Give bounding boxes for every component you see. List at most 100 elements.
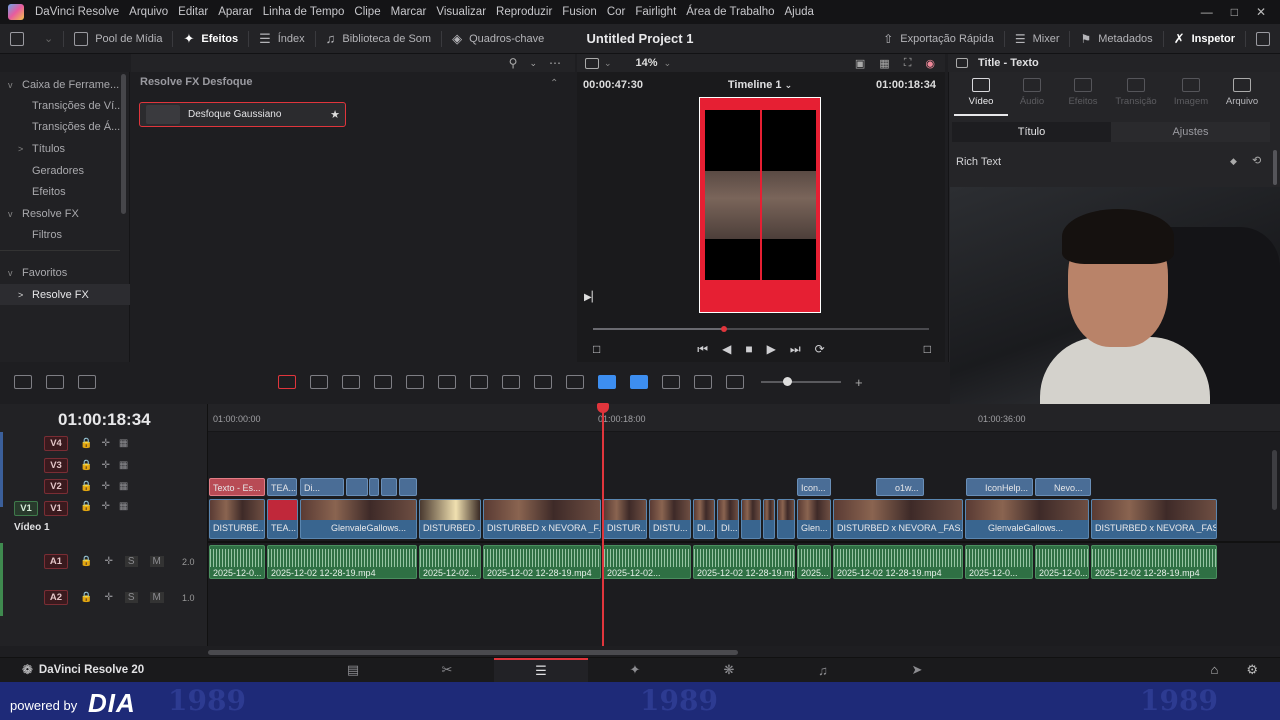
page-edit-icon[interactable]: ☰ [494,657,588,683]
destination-track-badge[interactable]: V1 [14,501,38,516]
stop-icon[interactable]: ■ [745,342,752,356]
menu-item-editar[interactable]: Editar [173,6,213,18]
menu-item-arquivo[interactable]: Arquivo [124,6,173,18]
tree-item-generators[interactable]: Geradores [0,160,120,181]
chevron-up-icon[interactable]: ⌃ [550,78,558,89]
clip-a1[interactable]: 2025-12-02... [603,545,691,579]
audio-meter-icon[interactable] [46,375,64,389]
clip-v1[interactable]: DI... [717,499,739,539]
clip-a1[interactable]: 2025-12-0... [209,545,265,579]
tree-scrollbar[interactable] [121,74,126,214]
inspector-scrollbar[interactable] [1273,150,1277,185]
solo-button[interactable]: S [124,592,138,603]
gear-icon[interactable]: ⚙ [1246,662,1258,678]
viewer-scrubber[interactable] [593,326,929,332]
track-id-badge[interactable]: V2 [44,479,68,494]
page-media-icon[interactable]: ▤ [306,658,400,683]
effect-item-gaussian-blur[interactable]: Desfoque Gaussiano ★ [139,102,346,127]
solo-button[interactable]: S [124,556,138,567]
clip-v2[interactable] [381,478,397,496]
timeline-vertical-scrollbar[interactable] [1272,450,1277,510]
clip-a1[interactable]: 2025-12-02 12-28-19.mp4 [693,545,795,579]
transform-icon[interactable]: ⛶ [904,57,912,70]
inspector-button[interactable]: ✗ Inspetor [1164,24,1245,54]
safe-area-icon[interactable]: □ [593,342,600,356]
clip-v1[interactable]: DISTU... [649,499,691,539]
auto-select-icon[interactable]: ✛ [101,501,109,512]
tree-item-resolve-fx[interactable]: v Resolve FX [0,203,120,224]
tree-item-video-transitions[interactable]: Transições de Ví... [0,95,120,116]
auto-select-icon[interactable]: ✛ [101,481,109,492]
zoom-full-icon[interactable] [662,375,680,389]
tab-effects[interactable]: Efeitos [1057,78,1109,107]
dynamic-trim-icon[interactable] [342,375,360,389]
clip-v1[interactable]: Glen... [797,499,831,539]
overlay-icon[interactable]: ▦ [879,57,889,70]
track-id-badge[interactable]: V1 [44,501,68,516]
clip-a1[interactable]: 2025... [797,545,831,579]
menu-item-aparar[interactable]: Aparar [213,6,258,18]
zoom-in-icon[interactable]: + [855,375,863,390]
lock-icon[interactable]: 🔒 [80,460,92,471]
tree-item-toolbox[interactable]: v Caixa de Ferrame... [0,74,120,95]
trim-tool-icon[interactable] [310,375,328,389]
keyframes-button[interactable]: ◈ Quadros-chave [442,24,554,54]
clip-v2[interactable]: Icon... [797,478,831,496]
viewer-layout-icon[interactable] [585,57,599,69]
clip-a1[interactable]: 2025-12-02 12-28-19.mp4 [833,545,963,579]
lock-icon[interactable]: 🔒 [80,592,92,603]
tree-item-audio-transitions[interactable]: Transições de Á... [0,116,120,137]
lock-icon[interactable]: 🔒 [80,501,92,512]
clip-a1[interactable]: 2025-12-0... [965,545,1033,579]
zoom-level[interactable]: 14% [636,57,658,69]
chevron-down-icon[interactable]: ⌄ [604,58,612,69]
tree-item-favorites-resolve-fx[interactable]: > Resolve FX [0,284,130,305]
quick-export-button[interactable]: ⇧ Exportação Rápida [873,24,1004,54]
frame-icon[interactable]: ▣ [855,57,865,70]
zoom-slider-knob[interactable] [783,377,792,386]
clip-v1[interactable]: DISTURBED ... [419,499,481,539]
timeline-horizontal-scrollbar[interactable] [208,650,738,655]
auto-select-icon[interactable]: ✛ [104,592,112,603]
sound-library-button[interactable]: ♫ Biblioteca de Som [316,24,441,54]
auto-select-icon[interactable]: ✛ [101,460,109,471]
mute-button[interactable]: M [149,556,164,567]
menu-item-reproduzir[interactable]: Reproduzir [491,6,557,18]
clip-v1[interactable]: DISTURBED x NEVORA _F... [483,499,601,539]
more-options-icon[interactable]: ⋯ [549,56,561,70]
insert-clip-icon[interactable] [406,375,424,389]
clip-v1[interactable] [763,499,775,539]
zoom-custom-icon[interactable] [726,375,744,389]
menu-item-visualizar[interactable]: Visualizar [431,6,491,18]
track-id-badge[interactable]: V4 [44,436,68,451]
menu-item-fusion[interactable]: Fusion [557,6,602,18]
clip-v2-text[interactable]: Texto - Es... [209,478,265,496]
chevron-down-icon[interactable]: ⌄ [529,58,537,69]
minimize-icon[interactable]: — [1201,5,1213,19]
menu-item-clipe[interactable]: Clipe [349,6,385,18]
tree-item-filters[interactable]: Filtros [0,224,120,245]
clip-v2[interactable]: IconHelp... [966,478,1033,496]
clip-v1[interactable] [777,499,795,539]
clip-a1[interactable]: 2025-12-02 12-28-19.mp4 [1091,545,1217,579]
page-fairlight-icon[interactable]: ♫ [776,658,870,683]
step-back-icon[interactable]: ◀ [722,342,731,356]
video-preview-frame[interactable] [699,97,821,313]
close-icon[interactable]: ✕ [1256,5,1266,19]
page-deliver-icon[interactable]: ➤ [870,658,964,683]
metadata-button[interactable]: ⚑ Metadados [1070,24,1162,54]
skip-to-end-icon[interactable]: ⏭ [790,342,801,357]
menu-item-ajuda[interactable]: Ajuda [780,6,819,18]
favorite-star-icon[interactable]: ★ [330,108,340,121]
lock-icon[interactable]: 🔒 [80,556,92,567]
mixer-button[interactable]: ☰ Mixer [1005,24,1070,54]
subtab-title[interactable]: Título [952,122,1111,142]
replace-clip-icon[interactable] [470,375,488,389]
clip-v2[interactable] [399,478,417,496]
lock-icon[interactable]: 🔒 [80,481,92,492]
timeline-options-icon[interactable] [14,375,32,389]
blade-tool-icon[interactable] [374,375,392,389]
clip-v1[interactable]: DISTURBE... [209,499,265,539]
timeline-tracks-area[interactable]: Texto - Es... TEA... Di... Icon... o1w..… [208,432,1280,646]
collapse-button[interactable] [1246,24,1280,54]
